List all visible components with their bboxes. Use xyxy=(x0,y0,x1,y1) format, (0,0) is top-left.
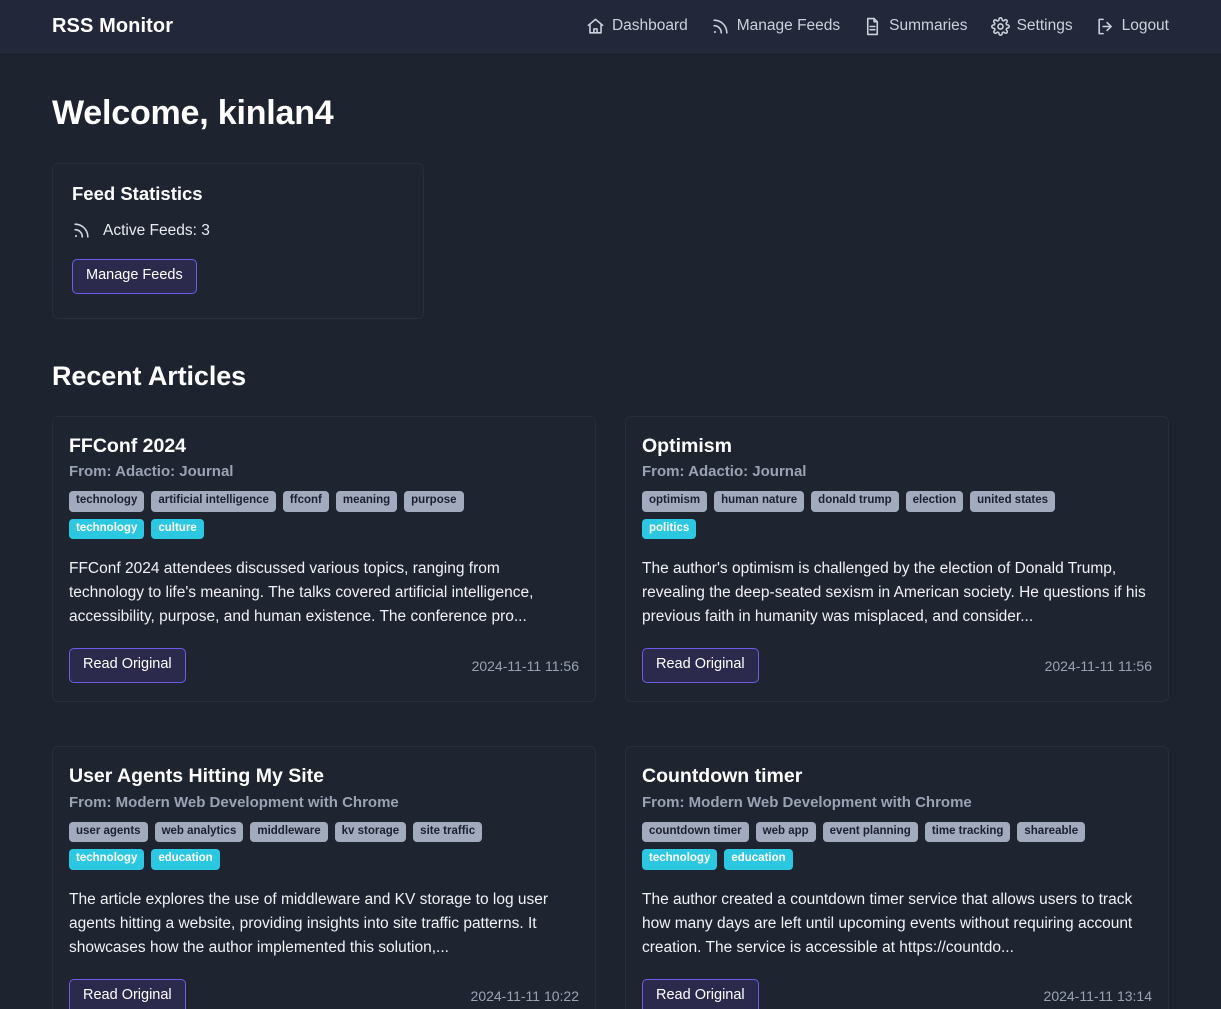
keyword-tag-row: user agents web analytics middleware kv sto… xyxy=(69,821,579,843)
keyword-tag: web analytics xyxy=(154,821,244,843)
keyword-tag-row: countdown timer web app event planning time… xyxy=(642,821,1152,843)
nav-link-manage-feeds[interactable]: Manage Feeds xyxy=(711,17,840,36)
read-original-button[interactable]: Read Original xyxy=(69,648,186,684)
article-title: User Agents Hitting My Site xyxy=(69,765,324,788)
keyword-tag: ffconf xyxy=(282,491,329,512)
keyword-tag: site traffic xyxy=(413,821,483,843)
category-tag: technology xyxy=(69,849,145,870)
nav-link-settings[interactable]: Settings xyxy=(990,16,1073,36)
feed-statistics-heading: Feed Statistics xyxy=(72,183,203,204)
article-footer: Read Original 2024-11-11 11:56 xyxy=(69,648,579,684)
article-title: Countdown timer xyxy=(642,765,803,788)
keyword-tag: middleware xyxy=(250,821,328,843)
primary-nav: Dashboard Manage Feeds Summaries Setting… xyxy=(586,16,1197,36)
rss-icon xyxy=(72,221,91,240)
article-source: From: Modern Web Development with Chrome xyxy=(69,793,399,811)
nav-link-summaries[interactable]: Summaries xyxy=(863,17,968,36)
keyword-tag: technology xyxy=(69,491,145,512)
article-title: Optimism xyxy=(642,434,732,457)
category-tag: technology xyxy=(642,849,718,870)
nav-label-settings: Settings xyxy=(1016,17,1073,34)
article-timestamp: 2024-11-11 11:56 xyxy=(1044,657,1152,674)
keyword-tag: web app xyxy=(755,821,816,843)
active-feeds-label: Active Feeds: 3 xyxy=(103,221,210,239)
article-timestamp: 2024-11-11 11:56 xyxy=(471,657,579,674)
keyword-tag: human nature xyxy=(714,491,805,512)
feed-statistics-card: Feed Statistics Active Feeds: 3 Manage F… xyxy=(52,163,425,319)
keyword-tag: user agents xyxy=(69,821,148,843)
keyword-tag: artificial intelligence xyxy=(151,491,276,512)
category-tag-row: technology culture xyxy=(69,518,579,540)
category-tag: politics xyxy=(642,518,697,540)
feed-statistics-grid: Feed Statistics Active Feeds: 3 Manage F… xyxy=(52,163,1169,319)
keyword-tag: election xyxy=(905,491,964,512)
keyword-tag-row: technology artificial intelligence ffconf m… xyxy=(69,491,579,512)
page-title: Welcome, kinlan4 xyxy=(52,94,334,132)
article-card[interactable]: FFConf 2024 From: Adactio: Journal techn… xyxy=(52,415,596,703)
article-summary: The author's optimism is challenged by t… xyxy=(642,560,1146,626)
nav-label-dashboard: Dashboard xyxy=(611,17,688,34)
article-card[interactable]: Countdown timer From: Modern Web Develop… xyxy=(625,746,1169,1009)
article-source: From: Adactio: Journal xyxy=(642,463,807,481)
article-timestamp: 2024-11-11 13:14 xyxy=(1043,988,1152,1005)
category-tag: education xyxy=(151,849,220,870)
article-card[interactable]: User Agents Hitting My Site From: Modern… xyxy=(52,746,596,1009)
manage-feeds-button[interactable]: Manage Feeds xyxy=(72,259,197,294)
category-tag-row: politics xyxy=(642,518,1152,540)
page-content: Welcome, kinlan4 Feed Statistics Active … xyxy=(0,79,1221,1009)
read-original-button[interactable]: Read Original xyxy=(69,978,186,1009)
article-title: FFConf 2024 xyxy=(69,434,187,457)
nav-link-dashboard[interactable]: Dashboard xyxy=(586,17,688,36)
rss-icon xyxy=(711,17,730,36)
read-original-button[interactable]: Read Original xyxy=(642,648,759,684)
active-feeds-row: Active Feeds: 3 xyxy=(72,221,404,240)
keyword-tag: purpose xyxy=(404,491,464,512)
keyword-tag: time tracking xyxy=(924,821,1011,843)
keyword-tag: event planning xyxy=(822,821,918,843)
keyword-tag: meaning xyxy=(335,491,398,512)
article-footer: Read Original 2024-11-11 11:56 xyxy=(642,648,1152,684)
article-summary: The article explores the use of middlewa… xyxy=(69,890,549,956)
nav-label-summaries: Summaries xyxy=(889,17,968,34)
nav-link-logout[interactable]: Logout xyxy=(1096,17,1169,36)
top-navbar: RSS Monitor Dashboard Manage Feeds Summa… xyxy=(0,0,1221,53)
keyword-tag: kv storage xyxy=(334,821,407,843)
article-timestamp: 2024-11-11 10:22 xyxy=(470,988,579,1005)
recent-articles-grid: FFConf 2024 From: Adactio: Journal techn… xyxy=(52,415,1169,1009)
app-brand-title: RSS Monitor xyxy=(52,14,174,37)
keyword-tag: countdown timer xyxy=(642,821,749,843)
category-tag: technology xyxy=(69,518,145,540)
nav-label-logout: Logout xyxy=(1121,17,1169,34)
article-footer: Read Original 2024-11-11 13:14 xyxy=(642,978,1152,1009)
keyword-tag-row: optimism human nature donald trump election… xyxy=(642,491,1152,512)
category-tag: culture xyxy=(151,518,204,540)
nav-label-manage-feeds: Manage Feeds xyxy=(736,17,841,34)
article-source: From: Modern Web Development with Chrome xyxy=(642,793,972,811)
keyword-tag: united states xyxy=(970,491,1056,512)
logout-icon xyxy=(1096,17,1115,36)
article-footer: Read Original 2024-11-11 10:22 xyxy=(69,978,579,1009)
keyword-tag: donald trump xyxy=(811,491,899,512)
category-tag-row: technology education xyxy=(642,849,1152,870)
read-original-button[interactable]: Read Original xyxy=(642,978,759,1009)
category-tag: education xyxy=(724,849,793,870)
article-source: From: Adactio: Journal xyxy=(69,463,234,481)
keyword-tag: shareable xyxy=(1017,821,1086,843)
gear-icon xyxy=(990,16,1010,36)
article-summary: The author created a countdown timer ser… xyxy=(642,890,1133,956)
article-card[interactable]: Optimism From: Adactio: Journal optimism… xyxy=(625,415,1169,703)
recent-articles-heading: Recent Articles xyxy=(52,360,247,391)
category-tag-row: technology education xyxy=(69,849,579,870)
keyword-tag: optimism xyxy=(642,491,708,512)
document-icon xyxy=(863,17,882,36)
home-icon xyxy=(586,17,605,36)
article-summary: FFConf 2024 attendees discussed various … xyxy=(69,560,534,626)
